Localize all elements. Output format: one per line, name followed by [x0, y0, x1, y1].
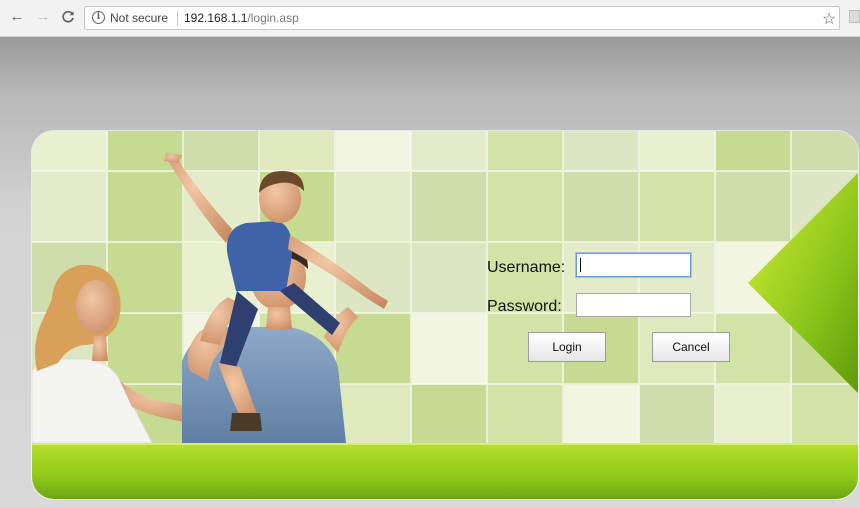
footer-bar — [32, 443, 858, 499]
password-input[interactable] — [576, 293, 691, 317]
url-host: 192.168.1.1 — [184, 11, 248, 25]
address-separator — [177, 11, 178, 26]
username-label: Username: — [487, 259, 566, 276]
text-caret — [580, 258, 581, 272]
family-photo — [32, 153, 388, 443]
password-label: Password: — [487, 298, 562, 315]
info-icon[interactable]: i — [92, 11, 105, 24]
login-panel: Username: Password: Login Cancel — [32, 131, 858, 499]
cancel-button[interactable]: Cancel — [652, 332, 730, 362]
forward-button[interactable]: → — [34, 8, 52, 26]
address-bar[interactable]: i Not secure 192.168.1.1/login.asp ☆ — [84, 6, 840, 30]
star-icon[interactable]: ☆ — [822, 9, 836, 29]
reload-icon — [62, 10, 74, 23]
security-status[interactable]: Not secure — [110, 11, 168, 25]
browser-toolbar: ← → i Not secure 192.168.1.1/login.asp ☆ — [0, 0, 860, 37]
url-text[interactable]: 192.168.1.1/login.asp — [184, 11, 299, 25]
username-input[interactable] — [576, 253, 691, 277]
arrow-right-icon: → — [35, 8, 51, 25]
reload-button[interactable] — [59, 8, 77, 26]
back-button[interactable]: ← — [8, 8, 26, 26]
page-background: Username: Password: Login Cancel — [0, 37, 860, 508]
url-path: /login.asp — [247, 11, 299, 25]
arrow-left-icon: ← — [9, 8, 25, 25]
extension-icon[interactable] — [849, 10, 860, 23]
login-button[interactable]: Login — [528, 332, 606, 362]
